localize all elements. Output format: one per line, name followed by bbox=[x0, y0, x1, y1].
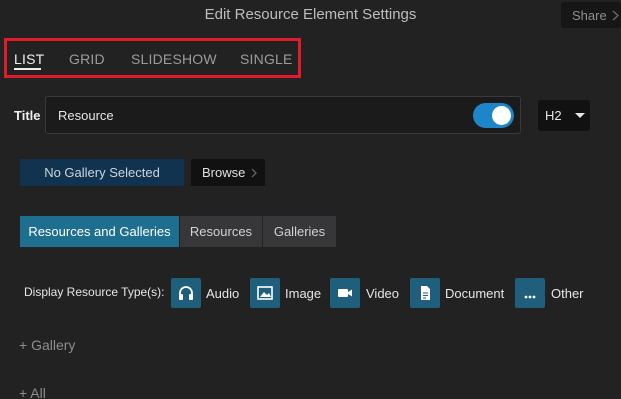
heading-level-value: H2 bbox=[545, 108, 562, 123]
active-tab-underline bbox=[14, 68, 41, 70]
image-type-label: Image bbox=[285, 286, 322, 301]
ellipsis-icon bbox=[524, 295, 536, 299]
image-type-button[interactable] bbox=[250, 278, 280, 308]
headphones-icon bbox=[179, 286, 193, 300]
chevron-right-icon bbox=[251, 168, 258, 177]
heading-level-select[interactable]: H2 bbox=[538, 100, 590, 131]
document-type-label: Document bbox=[445, 286, 505, 301]
tab-single[interactable]: SINGLE bbox=[240, 51, 293, 67]
browse-label: Browse bbox=[202, 165, 246, 180]
dialog-title: Edit Resource Element Settings bbox=[204, 6, 417, 23]
gallery-status: No Gallery Selected bbox=[20, 159, 184, 186]
tab-list[interactable]: LIST bbox=[14, 51, 44, 67]
tab-grid[interactable]: GRID bbox=[69, 51, 105, 67]
tab-slideshow[interactable]: SLIDESHOW bbox=[131, 51, 217, 67]
title-visibility-toggle[interactable] bbox=[473, 103, 514, 128]
resource-types-label: Display Resource Type(s): bbox=[24, 285, 165, 299]
audio-type-button[interactable] bbox=[171, 278, 201, 308]
document-icon bbox=[421, 286, 430, 300]
document-type-button[interactable] bbox=[410, 278, 440, 308]
chevron-right-icon bbox=[612, 9, 619, 21]
browse-button[interactable]: Browse bbox=[191, 159, 265, 186]
add-all-expander[interactable]: + All bbox=[19, 385, 46, 399]
video-type-label: Video bbox=[366, 286, 400, 301]
video-camera-icon bbox=[338, 289, 352, 297]
filter-resources-and-galleries[interactable]: Resources and Galleries bbox=[20, 216, 179, 247]
image-icon bbox=[257, 286, 273, 300]
share-button[interactable]: Share bbox=[561, 2, 621, 28]
title-input[interactable] bbox=[45, 96, 521, 134]
video-type-button[interactable] bbox=[330, 278, 360, 308]
add-gallery-expander[interactable]: + Gallery bbox=[19, 337, 75, 353]
other-type-button[interactable] bbox=[515, 278, 545, 308]
caret-down-icon bbox=[575, 113, 585, 118]
share-label: Share bbox=[572, 7, 607, 23]
resource-element-settings-panel: Edit Resource Element Settings Share LIS… bbox=[0, 0, 621, 399]
toggle-knob bbox=[492, 106, 511, 125]
filter-galleries[interactable]: Galleries bbox=[263, 216, 336, 247]
audio-type-label: Audio bbox=[206, 286, 240, 301]
other-type-label: Other bbox=[551, 286, 584, 301]
title-label: Title bbox=[14, 108, 41, 123]
filter-resources[interactable]: Resources bbox=[180, 216, 262, 247]
